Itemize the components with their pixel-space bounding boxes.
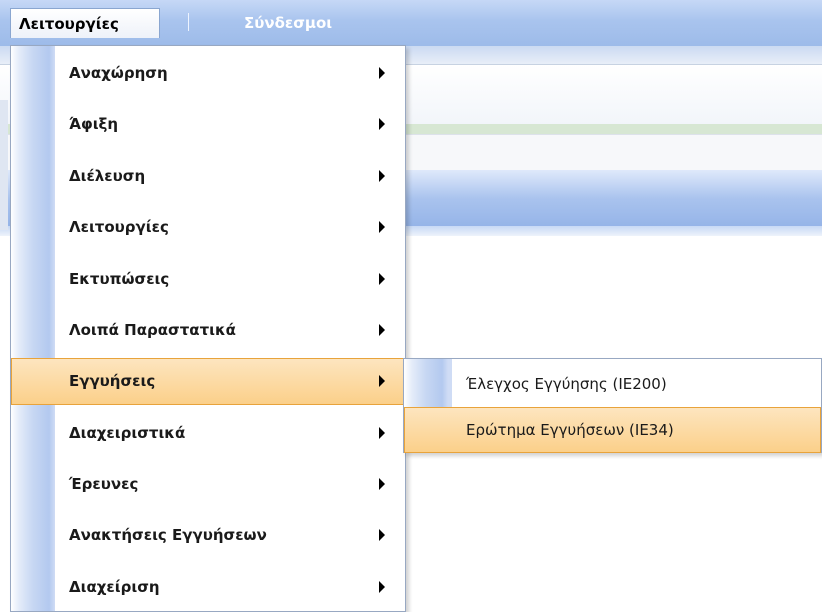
menu-item-prints[interactable]: Εκτυπώσεις [11, 256, 405, 303]
background-left-edge [0, 100, 8, 230]
menu-item-transit[interactable]: Διέλευση [11, 153, 405, 200]
menubar: Λειτουργίες Σύνδεσμοι [0, 0, 822, 46]
menu-item-operations[interactable]: Λειτουργίες [11, 204, 405, 251]
submenu-item-guarantee-check[interactable]: Έλεγχος Εγγύησης (IE200) [404, 361, 821, 407]
triangle-right-icon [379, 375, 385, 387]
submenu-item-label: Ερώτημα Εγγυήσεων (IE34) [466, 421, 674, 439]
menu-item-label: Διαχειριστικά [69, 424, 186, 442]
menu-item-arrival[interactable]: Άφιξη [11, 101, 405, 148]
menu-item-administrative[interactable]: Διαχειριστικά [11, 410, 405, 457]
menu-item-label: Άφιξη [69, 115, 119, 133]
menubar-item-links[interactable]: Σύνδεσμοι [244, 8, 332, 38]
menu-item-label: Διαχείριση [69, 578, 160, 596]
menu-item-other-documents[interactable]: Λοιπά Παραστατικά [11, 307, 405, 354]
guarantees-submenu: Έλεγχος Εγγύησης (IE200) Ερώτημα Εγγυήσε… [403, 358, 822, 453]
functions-dropdown-menu: Αναχώρηση Άφιξη Διέλευση Λειτουργίες Εκτ… [10, 45, 406, 612]
menu-item-guarantees[interactable]: Εγγυήσεις [11, 358, 405, 405]
menu-item-label: Εγγυήσεις [69, 372, 156, 390]
triangle-right-icon [379, 324, 385, 336]
menu-item-label: Λοιπά Παραστατικά [69, 321, 236, 339]
triangle-right-icon [379, 118, 385, 130]
menu-item-label: Εκτυπώσεις [69, 270, 170, 288]
triangle-right-icon [379, 170, 385, 182]
menubar-item-functions[interactable]: Λειτουργίες [10, 8, 160, 38]
menu-item-label: Έρευνες [69, 475, 139, 493]
menu-item-management[interactable]: Διαχείριση [11, 564, 405, 611]
menu-item-inquiries[interactable]: Έρευνες [11, 461, 405, 508]
menubar-separator [188, 13, 189, 31]
submenu-item-guarantee-query[interactable]: Ερώτημα Εγγυήσεων (IE34) [404, 407, 821, 453]
menu-item-guarantee-recoveries[interactable]: Ανακτήσεις Εγγυήσεων [11, 512, 405, 559]
triangle-right-icon [379, 478, 385, 490]
menu-item-label: Αναχώρηση [69, 64, 168, 82]
triangle-right-icon [379, 67, 385, 79]
menu-item-label: Διέλευση [69, 167, 146, 185]
triangle-right-icon [379, 427, 385, 439]
triangle-right-icon [379, 221, 385, 233]
submenu-item-label: Έλεγχος Εγγύησης (IE200) [466, 375, 667, 393]
triangle-right-icon [379, 581, 385, 593]
menu-item-label: Ανακτήσεις Εγγυήσεων [69, 526, 267, 544]
menu-item-departure[interactable]: Αναχώρηση [11, 50, 405, 97]
menu-item-label: Λειτουργίες [69, 218, 169, 236]
triangle-right-icon [379, 529, 385, 541]
triangle-right-icon [379, 273, 385, 285]
